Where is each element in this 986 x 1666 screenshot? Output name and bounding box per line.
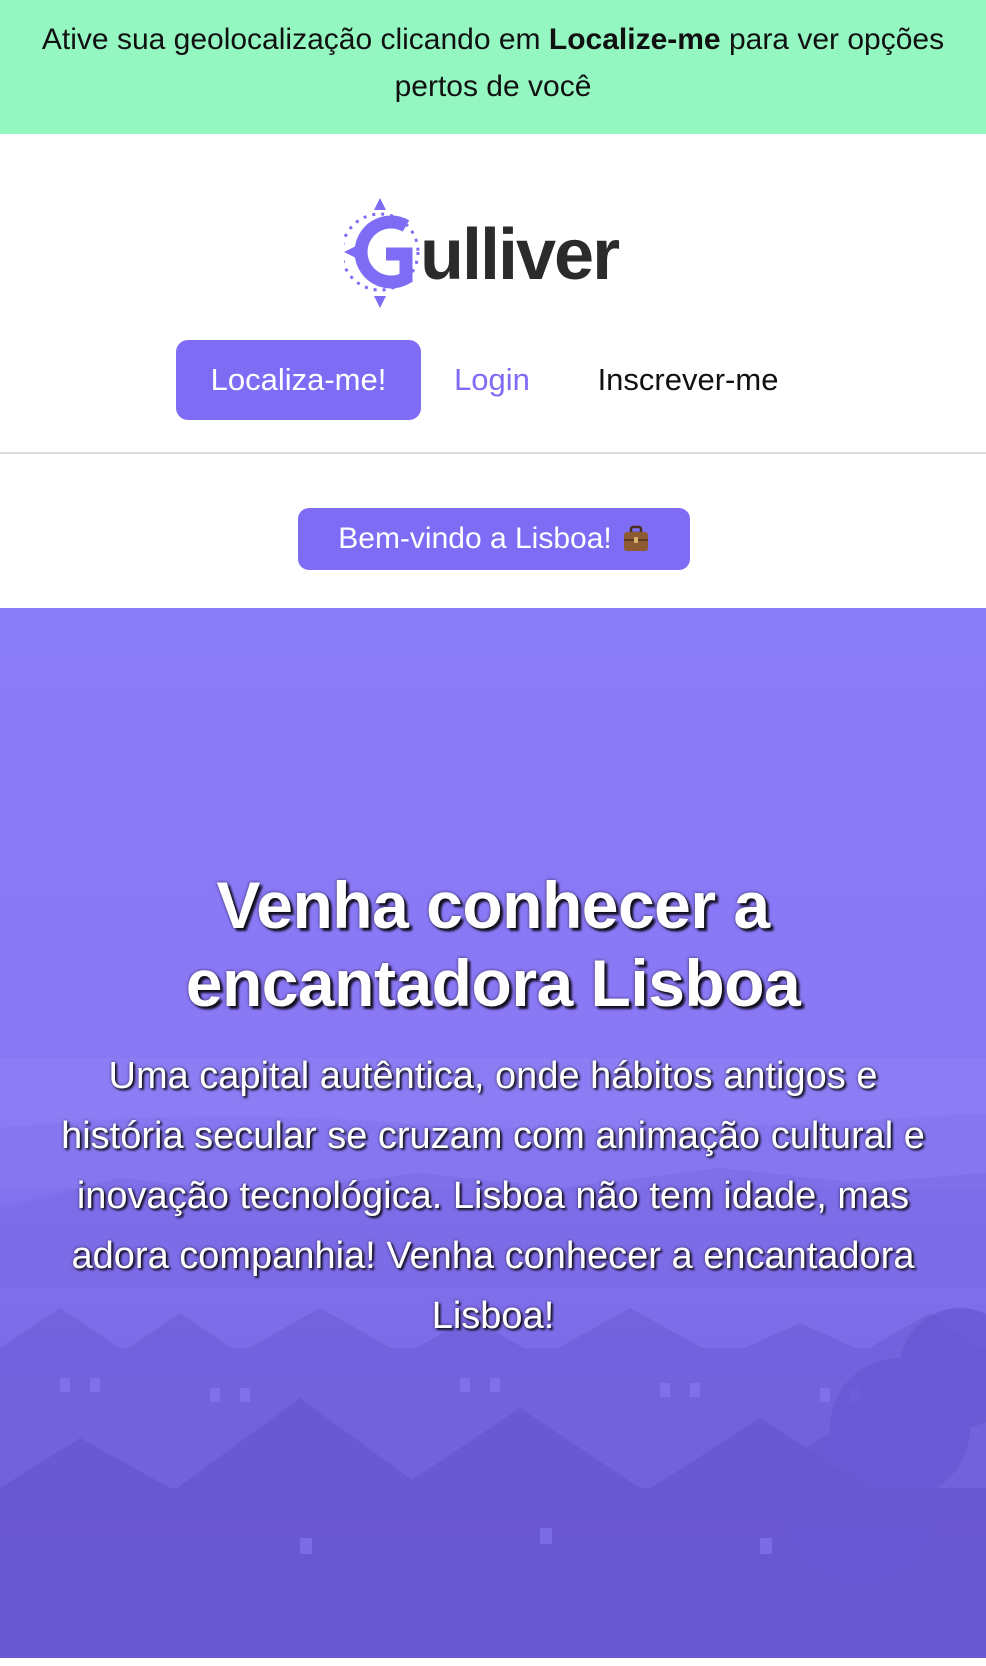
localize-me-button[interactable]: Localiza-me! bbox=[176, 340, 421, 420]
site-header: ulliver Localiza-me! Login Inscrever-me bbox=[0, 134, 986, 454]
geo-banner-text-before: Ative sua geolocalização clicando em bbox=[41, 23, 549, 56]
welcome-section: Bem-vindo a Lisboa! bbox=[0, 454, 986, 608]
welcome-badge: Bem-vindo a Lisboa! bbox=[298, 508, 690, 570]
signup-link[interactable]: Inscrever-me bbox=[590, 340, 786, 420]
suitcase-icon bbox=[622, 525, 650, 553]
welcome-label: Bem-vindo a Lisboa! bbox=[338, 522, 612, 555]
geo-banner-highlight: Localize-me bbox=[548, 23, 721, 56]
main-nav: Localiza-me! Login Inscrever-me bbox=[0, 340, 986, 420]
compass-logo-icon: ulliver bbox=[344, 198, 621, 308]
hero-section: Venha conhecer a encantadora Lisboa Uma … bbox=[0, 608, 986, 1658]
logo-wordmark: ulliver bbox=[420, 215, 619, 295]
gulliver-logo[interactable]: ulliver bbox=[344, 196, 644, 310]
geolocation-banner: Ative sua geolocalização clicando em Loc… bbox=[0, 0, 986, 134]
hero-title: Venha conhecer a encantadora Lisboa bbox=[185, 868, 801, 1020]
login-link[interactable]: Login bbox=[444, 340, 540, 420]
hero-description: Uma capital autêntica, onde hábitos anti… bbox=[61, 1055, 925, 1337]
